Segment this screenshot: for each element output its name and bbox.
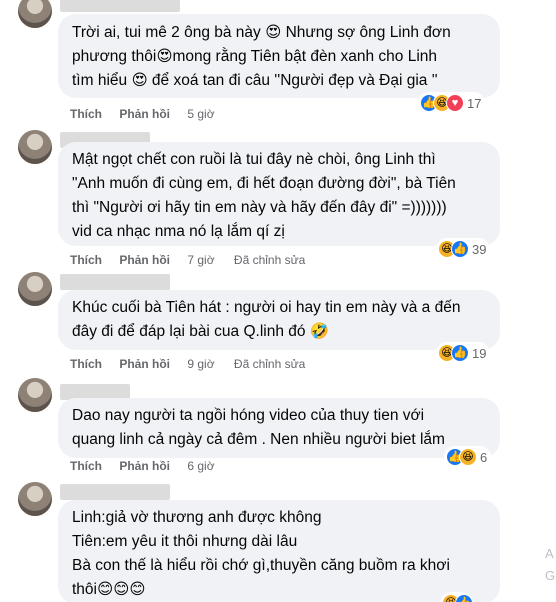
reply-button[interactable]: Phản hồi — [119, 107, 170, 121]
comment-text-line: phương thôi😍mong rằng Tiên bật đèn xanh … — [72, 48, 438, 65]
name-redacted — [60, 0, 180, 12]
comment-bubble: Linh:giả vờ thương anh được không Tiên:e… — [58, 500, 500, 602]
avatar[interactable] — [18, 482, 52, 516]
avatar[interactable] — [18, 130, 52, 164]
comment-text-line: Linh:giả vờ thương anh được không — [72, 509, 322, 526]
comment-text-line: Trời ai, tui mê 2 ông bà này 😍 Nhưng sợ … — [72, 24, 451, 41]
avatar[interactable] — [18, 0, 52, 28]
reaction-summary[interactable]: 😆 👍 39 — [436, 238, 491, 260]
like-button[interactable]: Thích — [70, 459, 102, 473]
reaction-count: 39 — [472, 241, 487, 257]
comment-text-line: Khúc cuối bà Tiên hát : người oi hay tin… — [72, 299, 461, 316]
reaction-summary[interactable]: 😆 👍 — [440, 592, 473, 602]
comment-bubble: Dao nay người ta ngồi hóng video của thu… — [58, 398, 500, 458]
comment-2: Mật ngọt chết con ruồi là tui đây nè chò… — [0, 124, 556, 268]
comment-3: Khúc cuối bà Tiên hát : người oi hay tin… — [0, 268, 556, 374]
reply-button[interactable]: Phản hồi — [119, 253, 170, 267]
comment-text-line: Bà con thế là hiểu rồi chớ gì,thuyền căn… — [72, 557, 450, 574]
timestamp[interactable]: 7 giờ — [187, 253, 214, 267]
like-button[interactable]: Thích — [70, 253, 102, 267]
edge-char: G — [545, 568, 556, 583]
reaction-summary[interactable]: 😆 👍 19 — [436, 342, 491, 364]
edited-label[interactable]: Đã chỉnh sửa — [234, 253, 305, 267]
avatar[interactable] — [18, 378, 52, 412]
comment-text-line: thôi😊😊😊 — [72, 581, 146, 598]
comment-meta: Thích Phản hồi 9 giờ Đã chỉnh sửa — [70, 356, 305, 372]
comment-bubble: Trời ai, tui mê 2 ông bà này 😍 Nhưng sợ … — [58, 14, 500, 98]
comment-text-line: Mật ngọt chết con ruồi là tui đây nè chò… — [72, 151, 436, 168]
avatar[interactable] — [18, 272, 52, 306]
reaction-summary[interactable]: 👍 😆 ♥ 17 — [418, 92, 486, 114]
timestamp[interactable]: 6 giờ — [187, 459, 214, 473]
comment-meta: Thích Phản hồi 6 giờ — [70, 458, 231, 474]
comment-text-line: quang linh cả ngày cả đêm . Nen nhiều ng… — [72, 431, 445, 448]
reaction-summary[interactable]: 👍 😆 6 — [444, 446, 492, 468]
haha-icon: 😆 — [459, 448, 477, 466]
like-icon: 👍 — [451, 240, 469, 258]
like-icon: 👍 — [451, 344, 469, 362]
reply-button[interactable]: Phản hồi — [119, 357, 170, 371]
comment-5: Linh:giả vờ thương anh được không Tiên:e… — [0, 478, 556, 602]
timestamp[interactable]: 5 giờ — [187, 107, 214, 121]
comment-1: Trời ai, tui mê 2 ông bà này 😍 Nhưng sợ … — [0, 0, 556, 124]
comment-text-line: thì "Người ơi hãy tin em này và hãy đến … — [72, 199, 447, 216]
edge-char: A — [545, 546, 554, 561]
comment-text-line: Tiên:em yêu it thôi nhưng dài lâu — [72, 533, 298, 550]
edited-label[interactable]: Đã chỉnh sửa — [234, 357, 305, 371]
comment-text-line: "Anh muốn đi cùng em, đi hết đoạn đường … — [72, 175, 456, 192]
comment-text-line: Dao nay người ta ngồi hóng video của thu… — [72, 407, 425, 424]
reply-button[interactable]: Phản hồi — [119, 459, 170, 473]
reaction-count: 17 — [467, 95, 482, 111]
comment-text-line: đây đi để đáp lại bài cua Q.linh đó 🤣 — [72, 323, 330, 340]
comment-bubble: Mật ngọt chết con ruồi là tui đây nè chò… — [58, 142, 500, 246]
love-icon: ♥ — [446, 94, 464, 112]
comment-meta: Thích Phản hồi 5 giờ — [70, 106, 231, 122]
timestamp[interactable]: 9 giờ — [187, 357, 214, 371]
comment-4: Dao nay người ta ngồi hóng video của thu… — [0, 374, 556, 478]
reaction-count: 6 — [480, 449, 488, 465]
like-button[interactable]: Thích — [70, 357, 102, 371]
name-redacted — [60, 484, 170, 500]
comment-text-line: vid ca nhạc nma nó lạ lắm qí zị — [72, 223, 285, 240]
name-redacted — [60, 274, 170, 290]
like-button[interactable]: Thích — [70, 107, 102, 121]
reaction-count: 19 — [472, 345, 487, 361]
comment-text-line: tìm hiểu 😍 để xoá tan đi câu ''Người đẹp… — [72, 72, 438, 89]
comment-meta: Thích Phản hồi 7 giờ Đã chỉnh sửa — [70, 252, 305, 268]
comment-bubble: Khúc cuối bà Tiên hát : người oi hay tin… — [58, 290, 500, 350]
